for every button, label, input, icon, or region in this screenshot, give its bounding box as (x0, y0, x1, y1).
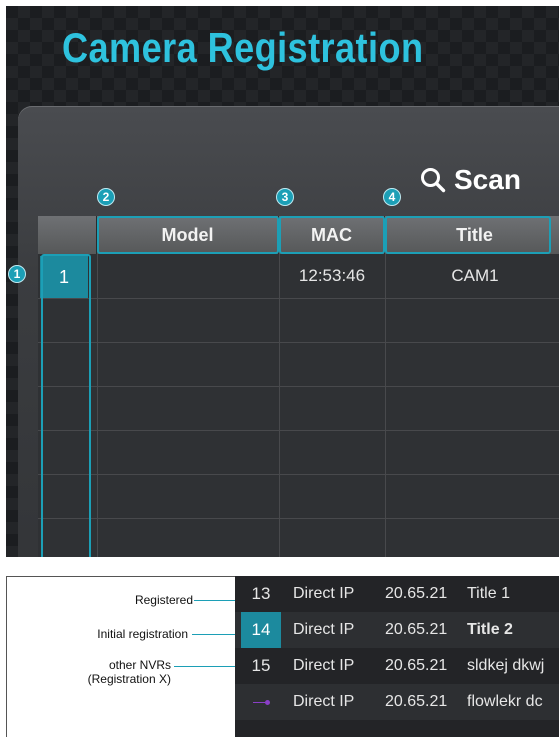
list-item[interactable]: 13 Direct IP 20.65.21 Title 1 (235, 576, 559, 612)
registration-list: 13 Direct IP 20.65.21 Title 1 14 Direct … (235, 576, 559, 737)
list-item-version: 20.65.21 (385, 621, 448, 638)
camera-table: Model MAC Title 1 12:53:46 CAM1 (38, 216, 559, 557)
list-item-number: 15 (251, 656, 271, 675)
page-title: Camera Registration (62, 24, 424, 71)
search-icon (420, 167, 446, 193)
row-divider (38, 386, 559, 387)
scan-button[interactable]: Scan (420, 164, 521, 196)
header-model[interactable]: Model (97, 216, 279, 254)
row-divider (38, 342, 559, 343)
header-title[interactable]: Title (385, 216, 559, 254)
list-item-type: Direct IP (293, 585, 355, 602)
list-item-title: sldkej dkwj (467, 657, 545, 674)
title-cell[interactable]: CAM1 (385, 254, 559, 298)
callout-marker-2: 2 (97, 188, 115, 206)
list-item-type: Direct IP (293, 621, 355, 638)
list-item-version: 20.65.21 (385, 585, 448, 602)
list-item-title: flowlekr dc (467, 693, 543, 710)
legend-line (194, 600, 238, 601)
header-mac[interactable]: MAC (279, 216, 385, 254)
row-divider (38, 518, 559, 519)
row-divider (38, 430, 559, 431)
list-item-version: 20.65.21 (385, 693, 448, 710)
list-item-type: Direct IP (293, 693, 355, 710)
legend-registered: Registered (134, 593, 193, 607)
col-divider (385, 254, 386, 557)
legend-other-nvrs: other NVRs (Registration X) (88, 658, 171, 686)
callout-marker-1: 1 (8, 265, 26, 283)
row-divider (38, 298, 559, 299)
callout-marker-4: 4 (383, 188, 401, 206)
list-item-version: 20.65.21 (385, 657, 448, 674)
list-item-number: 14 (241, 612, 281, 648)
list-item[interactable]: Direct IP 20.65.21 flowlekr dc (235, 684, 559, 720)
scan-label: Scan (454, 164, 521, 195)
camera-registration-panel: Camera Registration Scan Model MAC Title… (6, 6, 559, 557)
legend-other-line2: (Registration X) (87, 672, 171, 686)
number-column-highlight (41, 254, 91, 557)
row-number-cell[interactable]: 1 (40, 256, 88, 298)
registration-legend-panel: Registered Initial registration other NV… (6, 576, 559, 737)
list-item-type: Direct IP (293, 657, 355, 674)
legend-other-line1: other NVRs (108, 658, 171, 672)
list-item-title: Title 2 (467, 621, 513, 638)
list-item-number (241, 684, 281, 720)
callout-marker-3: 3 (276, 188, 294, 206)
list-item[interactable]: 15 Direct IP 20.65.21 sldkej dkwj (235, 648, 559, 684)
mac-cell[interactable]: 12:53:46 (279, 254, 385, 298)
col-divider (279, 254, 280, 557)
legend-initial-registration: Initial registration (97, 627, 188, 641)
legend-line (174, 666, 238, 667)
list-item[interactable]: 14 Direct IP 20.65.21 Title 2 (235, 612, 559, 648)
row-divider (38, 474, 559, 475)
list-item-title: Title 1 (467, 585, 510, 602)
header-num (38, 216, 97, 254)
list-item-number: 13 (251, 584, 271, 603)
col-divider (97, 254, 98, 557)
model-cell[interactable] (97, 254, 279, 298)
